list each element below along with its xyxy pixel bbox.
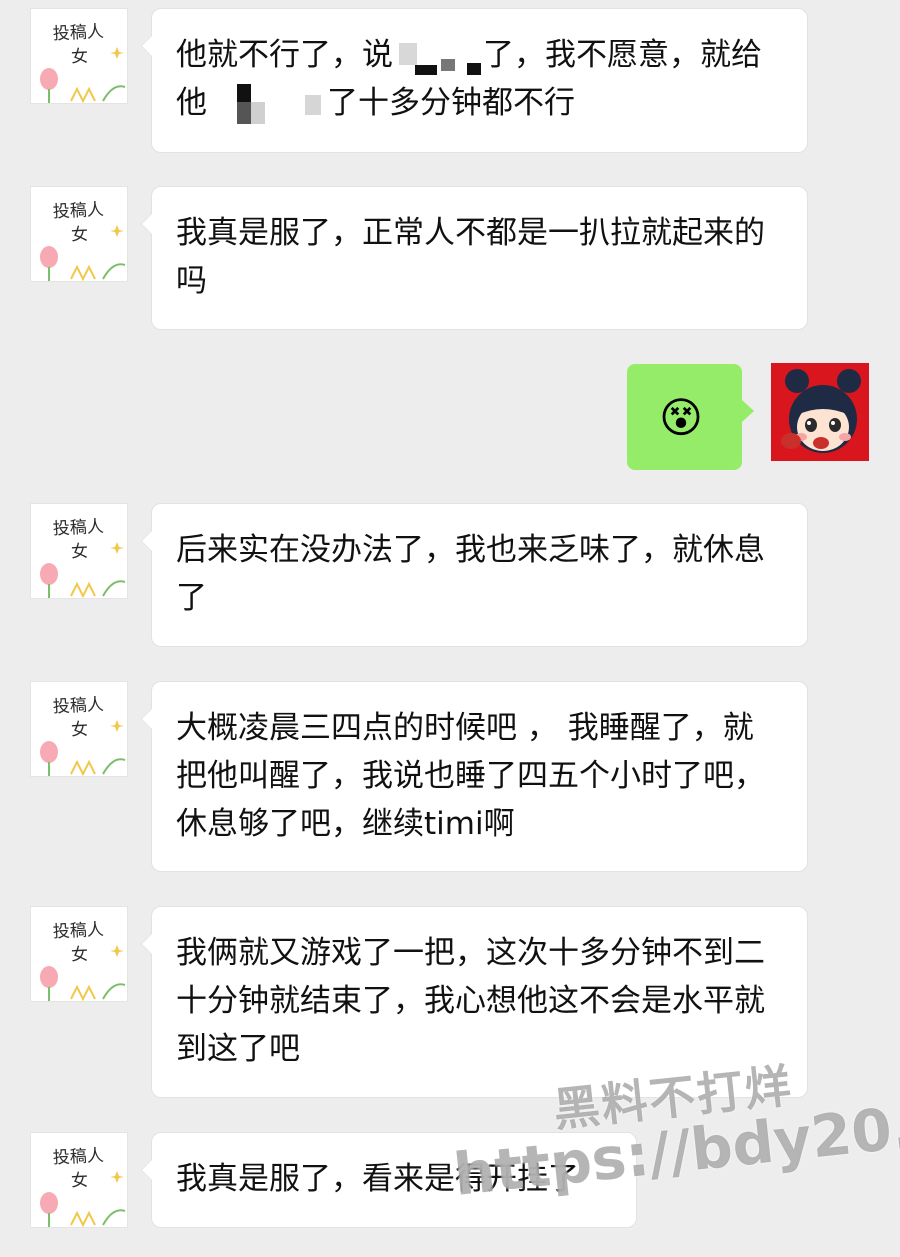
cartoon-girl-icon xyxy=(781,369,861,453)
contributor-avatar[interactable]: 投稿人 女 xyxy=(30,1132,128,1228)
message-bubble[interactable]: 我俩就又游戏了一把，这次十多分钟不到二十分钟就结束了，我心想他这不会是水平就到这… xyxy=(141,906,808,1098)
message-text: 了十多分钟都不行 xyxy=(327,85,575,121)
message-text: 大概凌晨三四点的时候吧 ， 我睡醒了，就把他叫醒了，我说也睡了四五个小时了吧，休… xyxy=(176,710,765,842)
user-avatar[interactable] xyxy=(771,363,869,461)
tulip-icon xyxy=(40,720,126,776)
dizzy-face-emoji: 😵 xyxy=(659,393,703,442)
emoji-message-bubble[interactable]: 😵 xyxy=(627,364,754,470)
message-bubble[interactable]: 大概凌晨三四点的时候吧 ， 我睡醒了，就把他叫醒了，我说也睡了四五个小时了吧，休… xyxy=(141,681,808,872)
message-bubble[interactable]: 我真是服了，看来是得开挂了 xyxy=(141,1132,637,1228)
tulip-icon xyxy=(40,945,126,1001)
tulip-icon xyxy=(40,542,126,598)
redaction-block xyxy=(293,85,327,125)
message-text: 我俩就又游戏了一把，这次十多分钟不到二十分钟就结束了，我心想他这不会是水平就到这… xyxy=(176,935,765,1067)
message-text: 我真是服了，正常人不都是一扒拉就起来的吗 xyxy=(176,215,765,299)
tulip-icon xyxy=(40,225,126,281)
tulip-icon xyxy=(40,1171,126,1227)
message-bubble[interactable]: 我真是服了，正常人不都是一扒拉就起来的吗 xyxy=(141,186,808,330)
contributor-avatar[interactable]: 投稿人 女 xyxy=(30,503,128,599)
contributor-avatar[interactable]: 投稿人 女 xyxy=(30,186,128,282)
contributor-avatar[interactable]: 投稿人 女 xyxy=(30,8,128,104)
contributor-avatar[interactable]: 投稿人 女 xyxy=(30,906,128,1002)
tulip-icon xyxy=(40,47,126,103)
message-bubble[interactable]: 后来实在没办法了，我也来乏味了，就休息了 xyxy=(141,503,808,647)
redaction-block xyxy=(393,37,465,77)
message-text: 后来实在没办法了，我也来乏味了，就休息了 xyxy=(176,532,765,616)
message-bubble[interactable]: 他就不行了，说 了，我不愿意，就给他 了十多分钟都不行 xyxy=(141,8,808,153)
message-text: 我真是服了，看来是得开挂了 xyxy=(176,1161,579,1197)
redaction-block xyxy=(207,82,293,128)
redaction-block xyxy=(465,37,483,77)
contributor-avatar[interactable]: 投稿人 女 xyxy=(30,681,128,777)
message-text: 他就不行了，说 xyxy=(176,37,393,73)
